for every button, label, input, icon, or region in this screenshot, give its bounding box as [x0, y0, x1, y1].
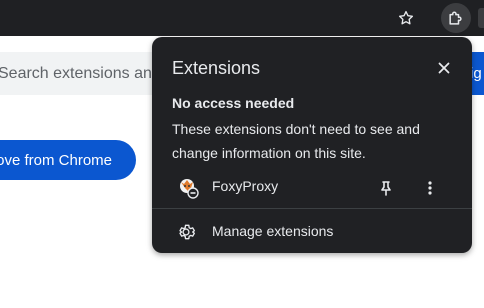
extensions-puzzle-icon[interactable]	[441, 3, 471, 33]
remove-button-label: ove from Chrome	[0, 151, 112, 169]
toolbar-edge	[478, 8, 484, 28]
bookmark-star-icon[interactable]	[391, 3, 421, 33]
popup-title: Extensions	[172, 58, 261, 78]
close-icon[interactable]	[432, 56, 456, 80]
foxyproxy-logo-icon	[178, 177, 200, 199]
manage-extensions-item[interactable]: Manage extensions	[152, 217, 472, 247]
extensions-popup: Extensions No access needed These extens…	[152, 37, 472, 253]
extension-name: FoxyProxy	[212, 178, 279, 194]
gear-icon	[176, 222, 196, 242]
search-extensions-input[interactable]: Search extensions an	[0, 52, 175, 95]
search-placeholder: Search extensions an	[0, 64, 152, 82]
section-heading: No access needed	[172, 95, 295, 111]
popup-divider	[152, 208, 472, 209]
browser-toolbar	[0, 0, 484, 36]
extension-row-foxyproxy[interactable]: FoxyProxy	[152, 173, 472, 205]
section-description: These extensions don't need to see and c…	[172, 121, 420, 161]
pin-icon[interactable]	[374, 176, 398, 200]
more-vertical-icon[interactable]	[418, 176, 442, 200]
manage-extensions-label: Manage extensions	[212, 223, 334, 239]
remove-from-chrome-button[interactable]: ove from Chrome	[0, 140, 136, 180]
